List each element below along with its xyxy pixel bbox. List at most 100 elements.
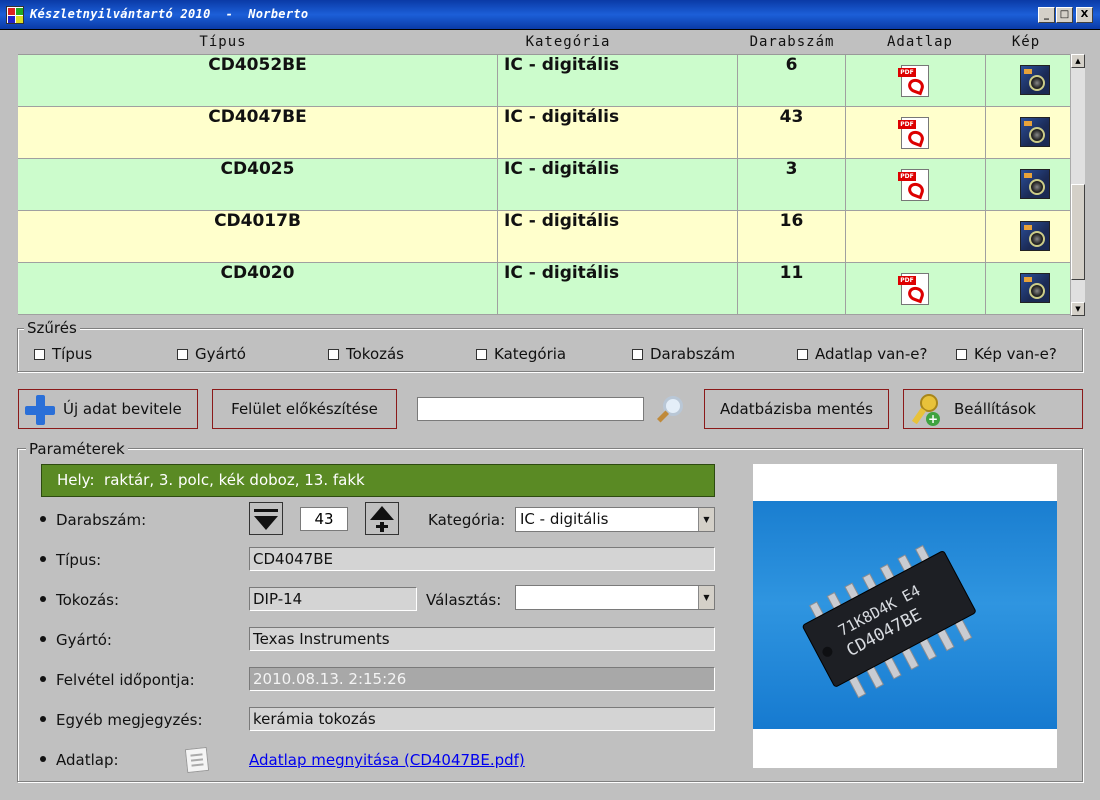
count-input[interactable]: 43 (300, 507, 348, 531)
column-header-datasheet[interactable]: Adatlap (858, 34, 982, 50)
scroll-thumb[interactable] (1071, 184, 1085, 280)
maker-field[interactable]: Texas Instruments (249, 627, 715, 651)
cell-type: CD4025 (18, 159, 498, 210)
column-header-category[interactable]: Kategória (478, 34, 658, 50)
chevron-down-icon: ▼ (698, 508, 714, 531)
part-photo-frame: 71K8D4K E4 CD4047BE (753, 464, 1057, 768)
cell-datasheet: PDF (846, 263, 986, 314)
table-row[interactable]: CD4052BE IC - digitális 6 PDF (18, 55, 1070, 107)
cell-type: CD4047BE (18, 107, 498, 158)
increment-button[interactable] (365, 502, 399, 535)
cell-datasheet: PDF (846, 55, 986, 106)
table-row[interactable]: CD4025 IC - digitális 3 PDF (18, 159, 1070, 211)
camera-icon[interactable] (1020, 273, 1050, 303)
choose-label: Választás: (426, 591, 502, 609)
table-row[interactable]: CD4020 IC - digitális 11 PDF (18, 263, 1070, 315)
column-header-type[interactable]: Típus (18, 34, 428, 50)
pdf-icon[interactable]: PDF (898, 273, 929, 305)
maker-label: Gyártó: (40, 631, 112, 649)
datasheet-link[interactable]: Adatlap megnyitása (CD4047BE.pdf) (249, 751, 525, 769)
cell-count: 6 (738, 55, 846, 106)
filter-type-checkbox[interactable]: Típus (34, 345, 92, 363)
minus-arrow-icon (254, 509, 278, 530)
pdf-icon[interactable]: PDF (898, 65, 929, 97)
column-header-count[interactable]: Darabszám (736, 34, 848, 50)
prepare-form-button[interactable]: Felület előkészítése (212, 389, 397, 429)
search-input[interactable] (417, 397, 644, 421)
window-title: Készletnyilvántartó 2010 - Norberto (30, 7, 309, 21)
cell-category: IC - digitális (498, 159, 738, 210)
cell-category: IC - digitális (498, 263, 738, 314)
filter-image-checkbox[interactable]: Kép van-e? (956, 345, 1057, 363)
pdf-icon[interactable]: PDF (898, 117, 929, 149)
cell-image (986, 211, 1070, 262)
cell-count: 11 (738, 263, 846, 314)
minimize-button[interactable]: _ (1038, 7, 1055, 23)
cell-image (986, 55, 1070, 106)
ic-chip-image: 71K8D4K E4 CD4047BE (802, 544, 976, 699)
cell-datasheet: PDF (846, 107, 986, 158)
filter-package-checkbox[interactable]: Tokozás (328, 345, 404, 363)
plus-icon (25, 395, 55, 425)
filter-count-checkbox[interactable]: Darabszám (632, 345, 735, 363)
decrement-button[interactable] (249, 502, 283, 535)
chevron-down-icon: ▼ (698, 586, 714, 609)
package-label: Tokozás: (40, 591, 119, 609)
filter-category-checkbox[interactable]: Kategória (476, 345, 566, 363)
package-choose-select[interactable]: ▼ (515, 585, 715, 610)
cell-datasheet: PDF (846, 159, 986, 210)
cell-count: 16 (738, 211, 846, 262)
pdf-icon[interactable]: PDF (898, 169, 929, 201)
count-label: Darabszám: (40, 511, 146, 529)
datasheet-label: Adatlap: (40, 751, 119, 769)
table-row[interactable]: CD4047BE IC - digitális 43 PDF (18, 107, 1070, 159)
part-photo: 71K8D4K E4 CD4047BE (753, 501, 1057, 729)
close-button[interactable]: X (1076, 7, 1093, 23)
grid-scrollbar[interactable]: ▲ ▼ (1070, 54, 1085, 316)
parts-grid: CD4052BE IC - digitális 6 PDF CD4047BE I… (18, 54, 1070, 316)
parameters-group-title: Paraméterek (26, 440, 128, 458)
maximize-button[interactable]: □ (1056, 7, 1073, 23)
save-to-database-button[interactable]: Adatbázisba mentés (704, 389, 889, 429)
search-icon[interactable] (655, 394, 687, 426)
settings-button[interactable]: + Beállítások (903, 389, 1083, 429)
plus-arrow-icon (370, 506, 394, 532)
cell-image (986, 263, 1070, 314)
cell-type: CD4052BE (18, 55, 498, 106)
key-icon: + (911, 394, 942, 426)
filter-datasheet-checkbox[interactable]: Adatlap van-e? (797, 345, 927, 363)
type-label: Típus: (40, 551, 101, 569)
filter-maker-checkbox[interactable]: Gyártó (177, 345, 246, 363)
cell-image (986, 159, 1070, 210)
new-entry-button[interactable]: Új adat bevitele (18, 389, 198, 429)
package-field[interactable]: DIP-14 (249, 587, 417, 611)
type-field[interactable]: CD4047BE (249, 547, 715, 571)
camera-icon[interactable] (1020, 169, 1050, 199)
cell-datasheet (846, 211, 986, 262)
document-icon (184, 746, 210, 774)
camera-icon[interactable] (1020, 117, 1050, 147)
recorded-field: 2010.08.13. 2:15:26 (249, 667, 715, 691)
category-label: Kategória: (428, 511, 506, 529)
cell-type: CD4017B (18, 211, 498, 262)
filter-group-title: Szűrés (24, 319, 80, 337)
note-label: Egyéb megjegyzés: (40, 711, 203, 729)
cell-category: IC - digitális (498, 211, 738, 262)
recorded-label: Felvétel időpontja: (40, 671, 195, 689)
camera-icon[interactable] (1020, 221, 1050, 251)
camera-icon[interactable] (1020, 65, 1050, 95)
cell-category: IC - digitális (498, 107, 738, 158)
category-select[interactable]: IC - digitális ▼ (515, 507, 715, 532)
scroll-down-arrow-icon[interactable]: ▼ (1071, 302, 1085, 316)
cell-category: IC - digitális (498, 55, 738, 106)
cell-count: 43 (738, 107, 846, 158)
scroll-up-arrow-icon[interactable]: ▲ (1071, 54, 1085, 68)
column-header-image[interactable]: Kép (994, 34, 1058, 50)
app-icon (6, 6, 24, 24)
cell-image (986, 107, 1070, 158)
location-bar: Hely: raktár, 3. polc, kék doboz, 13. fa… (41, 464, 715, 497)
table-row[interactable]: CD4017B IC - digitális 16 (18, 211, 1070, 263)
cell-type: CD4020 (18, 263, 498, 314)
note-field[interactable]: kerámia tokozás (249, 707, 715, 731)
cell-count: 3 (738, 159, 846, 210)
